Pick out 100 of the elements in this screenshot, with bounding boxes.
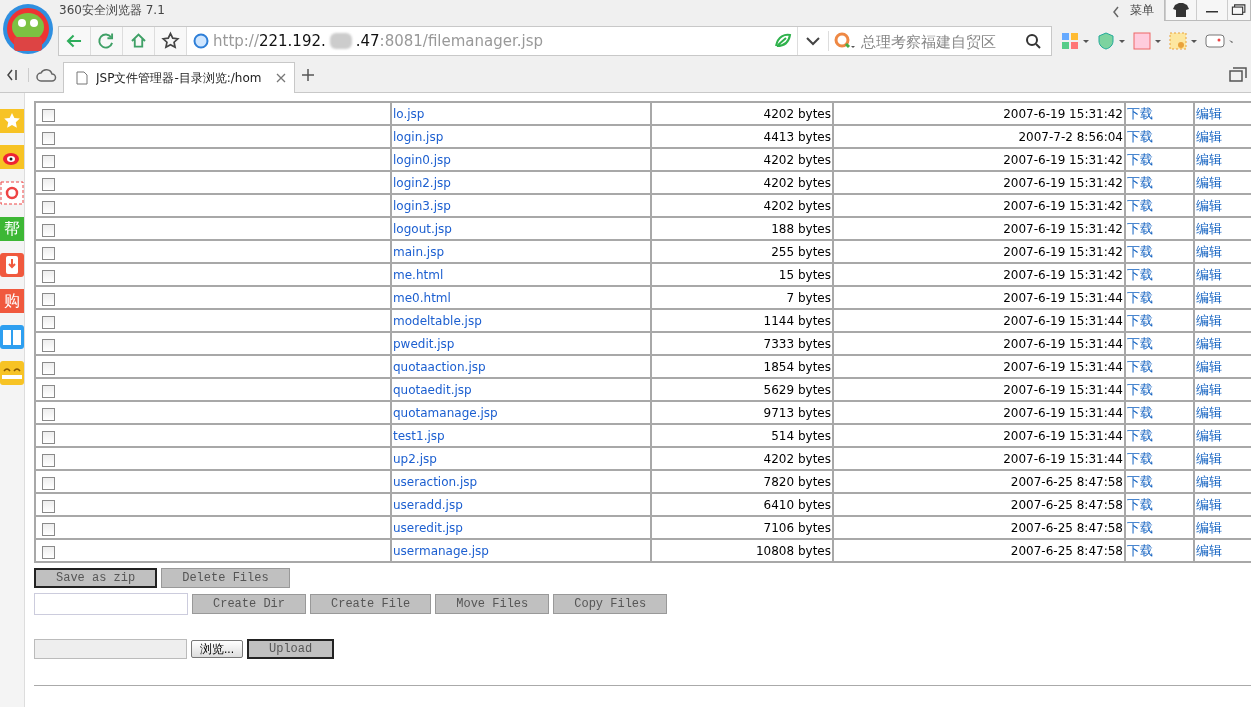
book-icon[interactable]: [0, 325, 24, 349]
modified-date: 2007-6-19 15:31:44: [1003, 359, 1123, 374]
browse-button[interactable]: 浏览...: [191, 640, 243, 658]
checkbox[interactable]: [42, 109, 55, 122]
url-text[interactable]: http://221.192.: [213, 32, 326, 50]
checkbox[interactable]: [42, 293, 55, 306]
browser-tab[interactable]: JSP文件管理器-目录浏览:/hom: [63, 62, 295, 93]
window-title: 360安全浏览器 7.1: [59, 2, 165, 19]
file-link[interactable]: login3.jsp: [393, 198, 451, 213]
action-button[interactable]: Move Files: [435, 594, 550, 614]
cloud-icon[interactable]: [35, 66, 57, 83]
new-tab-icon[interactable]: [301, 67, 315, 82]
file-link[interactable]: login2.jsp: [393, 175, 451, 190]
file-size: 4202 bytes: [763, 152, 831, 167]
globe-icon: [193, 33, 209, 49]
smiley-icon[interactable]: [0, 361, 24, 385]
file-link[interactable]: up2.jsp: [393, 451, 437, 466]
modified-date: 2007-6-19 15:31:42: [1003, 175, 1123, 190]
checkbox[interactable]: [42, 270, 55, 283]
tab-list-icon[interactable]: [1229, 66, 1247, 83]
checkbox[interactable]: [42, 224, 55, 237]
modified-date: 2007-6-25 8:47:58: [1010, 474, 1123, 489]
page-icon: [76, 71, 88, 85]
modified-date: 2007-6-19 15:31:44: [1003, 313, 1123, 328]
action-button[interactable]: Copy Files: [553, 594, 668, 614]
apps-icon[interactable]: [1061, 32, 1089, 50]
url-text[interactable]: .47:8081/filemanager.jsp: [355, 32, 544, 50]
file-size: 15 bytes: [778, 267, 831, 282]
checkbox[interactable]: [42, 408, 55, 421]
file-link[interactable]: pwedit.jsp: [393, 336, 455, 351]
chevron-left-icon[interactable]: [1112, 6, 1120, 18]
file-size: 6410 bytes: [763, 497, 831, 512]
file-size: 514 bytes: [771, 428, 831, 443]
search-icon[interactable]: [1025, 33, 1041, 49]
modified-date: 2007-6-19 15:31:42: [1003, 152, 1123, 167]
shield-icon[interactable]: [1097, 32, 1125, 50]
sidebar-toggle-icon[interactable]: [6, 67, 29, 82]
checkbox[interactable]: [42, 132, 55, 145]
download-icon[interactable]: [0, 253, 24, 277]
app-icon[interactable]: 购: [0, 289, 24, 313]
screenshot-icon[interactable]: [1169, 32, 1197, 50]
file-size: 4202 bytes: [763, 175, 831, 190]
file-link[interactable]: lo.jsp: [393, 106, 425, 121]
action-button[interactable]: Create Dir: [192, 594, 306, 614]
modified-date: 2007-6-19 15:31:42: [1003, 244, 1123, 259]
delete-files-button[interactable]: Delete Files: [161, 568, 290, 588]
modified-date: 2007-6-19 15:31:44: [1003, 405, 1123, 420]
file-size: 4202 bytes: [763, 106, 831, 121]
modified-date: 2007-6-19 15:31:42: [1003, 198, 1123, 213]
checkbox[interactable]: [42, 316, 55, 329]
checkbox[interactable]: [42, 247, 55, 260]
file-size: 7106 bytes: [763, 520, 831, 535]
checkbox[interactable]: [42, 500, 55, 513]
modified-date: 2007-6-25 8:47:58: [1010, 520, 1123, 535]
redaction-mark: [329, 33, 352, 49]
modified-date: 2007-6-19 15:31:44: [1003, 428, 1123, 443]
checkbox[interactable]: [42, 546, 55, 559]
file-link[interactable]: main.jsp: [393, 244, 444, 259]
checkbox[interactable]: [42, 477, 55, 490]
search-engine-icon[interactable]: [833, 31, 857, 51]
file-size: 7 bytes: [786, 290, 831, 305]
modified-date: 2007-6-19 15:31:44: [1003, 336, 1123, 351]
file-link[interactable]: login.jsp: [393, 129, 444, 144]
file-link[interactable]: login0.jsp: [393, 152, 451, 167]
file-size: 4413 bytes: [763, 129, 831, 144]
file-link[interactable]: logout.jsp: [393, 221, 452, 236]
file-size: 4202 bytes: [763, 198, 831, 213]
checkbox[interactable]: [42, 431, 55, 444]
file-size: 255 bytes: [771, 244, 831, 259]
save-zip-button[interactable]: Save as zip: [34, 568, 158, 588]
file-link[interactable]: me.html: [393, 267, 444, 282]
refresh-icon[interactable]: [91, 27, 123, 55]
file-link[interactable]: test1.jsp: [393, 428, 445, 443]
file-size: 1144 bytes: [763, 313, 831, 328]
gamepad-icon[interactable]: [1205, 32, 1233, 50]
checkbox[interactable]: [42, 201, 55, 214]
file-link[interactable]: quotaedit.jsp: [393, 382, 472, 397]
checkbox[interactable]: [42, 155, 55, 168]
eye-icon[interactable]: [0, 145, 24, 169]
menu-button[interactable]: 菜单: [1130, 2, 1154, 19]
file-link[interactable]: useradd.jsp: [393, 497, 463, 512]
upload-button[interactable]: Upload: [247, 639, 335, 659]
checkbox[interactable]: [42, 362, 55, 375]
file-link[interactable]: me0.html: [393, 290, 451, 305]
file-size: 188 bytes: [771, 221, 831, 236]
search-field[interactable]: 总理考察福建自贸区: [859, 31, 1023, 51]
file-size: 10808 bytes: [755, 543, 831, 558]
checkbox[interactable]: [42, 454, 55, 467]
checkbox[interactable]: [42, 178, 55, 191]
file-link[interactable]: useredit.jsp: [393, 520, 463, 535]
checkbox[interactable]: [42, 385, 55, 398]
email-icon[interactable]: [0, 181, 24, 205]
close-icon[interactable]: [276, 73, 286, 83]
checkbox[interactable]: [42, 523, 55, 536]
modified-date: 2007-6-19 15:31:44: [1003, 451, 1123, 466]
file-size: 7333 bytes: [763, 336, 831, 351]
modified-date: 2007-7-2 8:56:04: [1018, 129, 1123, 144]
action-button[interactable]: Create File: [310, 594, 432, 614]
checkbox[interactable]: [42, 339, 55, 352]
name-input-field[interactable]: [34, 593, 188, 615]
